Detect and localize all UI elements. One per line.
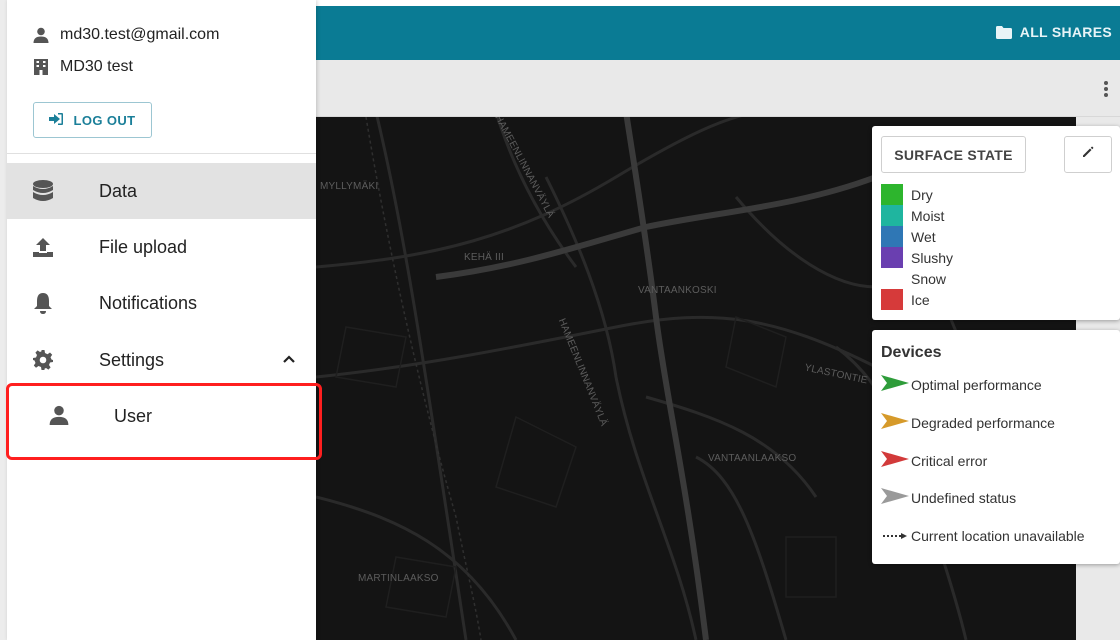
logout-icon (49, 112, 64, 128)
legend-row-dry: Dry (881, 184, 953, 205)
person-icon (32, 26, 50, 44)
chevron-up-icon[interactable] (282, 352, 296, 366)
surface-state-list: Dry Moist Wet Slushy Snow Ice (881, 184, 953, 310)
surface-state-button[interactable]: SURFACE STATE (881, 136, 1026, 173)
map-label-keha-iii: KEHÄ III (464, 252, 504, 263)
legend-row-slushy: Slushy (881, 247, 953, 268)
legend-swatch-snow (881, 268, 903, 289)
drawer-divider (7, 153, 316, 154)
database-icon (32, 180, 54, 202)
legend-row-ice: Ice (881, 289, 953, 310)
legend-label-wet: Wet (911, 228, 936, 245)
nav-item-data[interactable]: Data (7, 163, 316, 219)
legend-swatch-wet (881, 226, 903, 247)
map-label-vantaankoski: VANTAANKOSKI (638, 285, 717, 296)
highlight-box (6, 383, 322, 460)
more-options-icon[interactable] (1100, 78, 1112, 100)
map-label-vantaanlaakso: VANTAANLAAKSO (708, 453, 797, 464)
device-label-critical: Critical error (911, 452, 988, 469)
legend-label-dry: Dry (911, 186, 933, 203)
device-row-degraded: Degraded performance (881, 412, 1055, 433)
legend-label-moist: Moist (911, 207, 945, 224)
device-row-location-unavailable: Current location unavailable (881, 525, 1085, 546)
device-row-undefined: Undefined status (881, 487, 1016, 508)
organization-name: MD30 test (60, 58, 133, 75)
nav-item-notifications[interactable]: Notifications (7, 275, 316, 331)
organization-line: MD30 test (32, 58, 133, 76)
device-label-degraded: Degraded performance (911, 414, 1055, 431)
nav-label-settings: Settings (99, 349, 165, 370)
secondary-toolbar (316, 60, 1120, 117)
legend-label-snow: Snow (911, 270, 947, 287)
device-row-optimal: Optimal performance (881, 374, 1042, 395)
all-shares-label: ALL SHARES (1019, 24, 1112, 40)
bell-icon (32, 292, 54, 314)
nav-label-notifications: Notifications (99, 292, 198, 313)
device-label-location-unavailable: Current location unavailable (911, 527, 1085, 544)
legend-swatch-ice (881, 289, 903, 310)
devices-legend: Devices Optimal performance Degraded per… (872, 330, 1120, 564)
legend-swatch-moist (881, 205, 903, 226)
app-root: ALL SHARES MYLLYMÄKI KEHÄ III VANTAANKOS… (0, 0, 1120, 640)
nav-item-file-upload[interactable]: File upload (7, 219, 316, 275)
building-icon (32, 58, 50, 76)
legend-row-wet: Wet (881, 226, 953, 247)
legend-swatch-slushy (881, 247, 903, 268)
navigation-drawer: md30.test@gmail.com MD30 test LOG OUT Da… (7, 0, 316, 640)
legend-swatch-dry (881, 184, 903, 205)
legend-label-slushy: Slushy (911, 249, 954, 266)
legend-row-snow: Snow (881, 268, 953, 289)
nav-label-file-upload: File upload (99, 236, 188, 257)
orange-arrow-icon (881, 412, 911, 433)
map-label-myllymaki: MYLLYMÄKI (320, 181, 379, 192)
map-label-martinlaakso: MARTINLAAKSO (358, 573, 439, 584)
legend-label-ice: Ice (911, 291, 930, 308)
top-app-bar: ALL SHARES (316, 6, 1120, 60)
folder-icon (995, 26, 1012, 39)
edit-legend-button[interactable] (1064, 136, 1112, 173)
nav-label-data: Data (99, 180, 138, 201)
device-row-critical: Critical error (881, 450, 987, 471)
gear-icon (32, 349, 54, 371)
logout-button[interactable]: LOG OUT (33, 102, 152, 138)
device-label-optimal: Optimal performance (911, 376, 1042, 393)
upload-icon (32, 236, 54, 258)
red-arrow-icon (881, 450, 911, 471)
nav-item-settings[interactable]: Settings (7, 332, 316, 388)
logout-label: LOG OUT (73, 112, 136, 128)
devices-legend-title: Devices (881, 344, 942, 361)
dotted-arrow-icon (881, 525, 911, 546)
gray-arrow-icon (881, 487, 911, 508)
all-shares-button[interactable]: ALL SHARES (995, 24, 1112, 40)
pencil-icon (1081, 145, 1095, 164)
surface-state-legend: SURFACE STATE Dry Moist Wet Slushy Snow … (872, 126, 1120, 320)
legend-row-moist: Moist (881, 205, 953, 226)
user-email-line: md30.test@gmail.com (32, 26, 219, 44)
user-email: md30.test@gmail.com (60, 26, 220, 43)
screen-left-edge (0, 0, 7, 640)
green-arrow-icon (881, 374, 911, 395)
device-label-undefined: Undefined status (911, 489, 1017, 506)
